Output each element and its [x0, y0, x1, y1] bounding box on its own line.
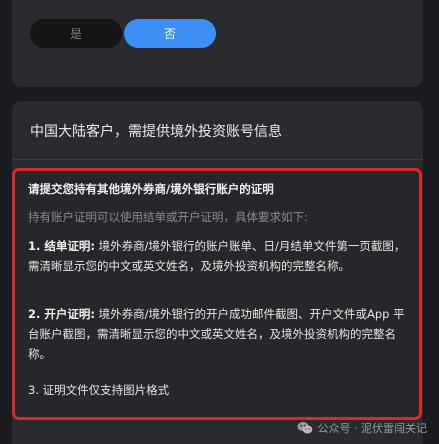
- page: 是 否 中国大陆客户，需提供境外投资账号信息 请提交您持有其他境外券商/境外银行…: [0, 0, 439, 444]
- requirement-statement-proof: 1. 结单证明: 境外券商/境外银行的账户账单、日/月结单文件第一页截图，需清晰…: [28, 236, 413, 276]
- divider: [12, 159, 423, 160]
- wechat-icon: [297, 421, 313, 435]
- requirement-opening-label: 2. 开户证明:: [28, 307, 95, 321]
- yes-no-toggle: 是 否: [30, 19, 216, 48]
- requirement-statement-label: 1. 结单证明:: [28, 239, 95, 253]
- watermark-text: 公众号 · 泥伏雷闯关记: [317, 422, 428, 435]
- no-button[interactable]: 否: [124, 19, 216, 48]
- requirements-subtitle: 持有账户证明可以使用结单或开户证明，具体要求如下:: [28, 210, 308, 224]
- watermark: 公众号 · 泥伏雷闯关记: [297, 420, 428, 436]
- requirements-heading: 请提交您持有其他境外券商/境外银行账户的证明: [28, 182, 274, 196]
- yes-button[interactable]: 是: [30, 19, 122, 48]
- requirement-opening-proof: 2. 开户证明: 境外券商/境外银行的开户成功邮件截图、开户文件或App 平台账…: [28, 304, 413, 364]
- requirement-file-format: 3. 证明文件仅支持图片格式: [28, 383, 170, 397]
- section-title: 中国大陆客户，需提供境外投资账号信息: [30, 124, 282, 140]
